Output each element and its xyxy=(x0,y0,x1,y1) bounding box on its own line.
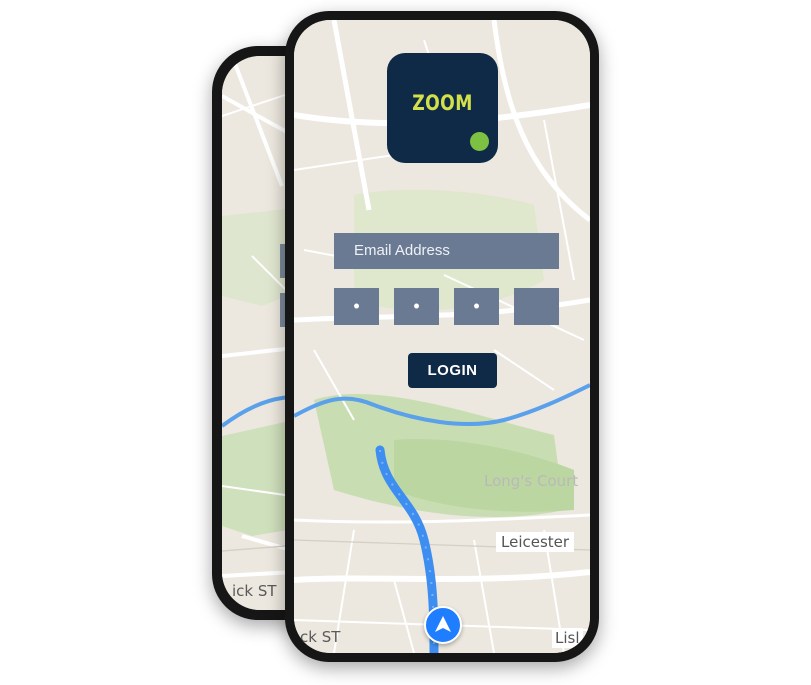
logo-text: ZOOM xyxy=(412,91,473,115)
front-phone-screen: ZOOM • • • LOGIN Long's Court Leicester … xyxy=(294,20,590,653)
longs-court-label: Long's Court xyxy=(484,472,579,490)
pin-digit-4[interactable] xyxy=(514,288,559,325)
street-label-right: Lisl xyxy=(552,628,583,648)
pin-digit-3[interactable]: • xyxy=(454,288,499,325)
mockup-stage: ick ST ZOOM Email Address • • • LOGIN Lo… xyxy=(0,0,811,685)
front-phone: ZOOM • • • LOGIN Long's Court Leicester … xyxy=(285,11,599,662)
navigation-arrow-icon[interactable] xyxy=(424,606,462,644)
pin-digit-2[interactable]: • xyxy=(394,288,439,325)
leicester-label: Leicester xyxy=(496,532,575,552)
back-street-label: ick ST xyxy=(232,582,277,600)
app-logo: ZOOM xyxy=(387,53,498,163)
status-dot-icon xyxy=(470,132,489,151)
pin-digit-1[interactable]: • xyxy=(334,288,379,325)
arrow-glyph-icon xyxy=(435,616,451,632)
login-button[interactable]: LOGIN xyxy=(408,353,497,388)
email-input[interactable] xyxy=(334,233,559,269)
street-label: ck ST xyxy=(300,628,341,646)
